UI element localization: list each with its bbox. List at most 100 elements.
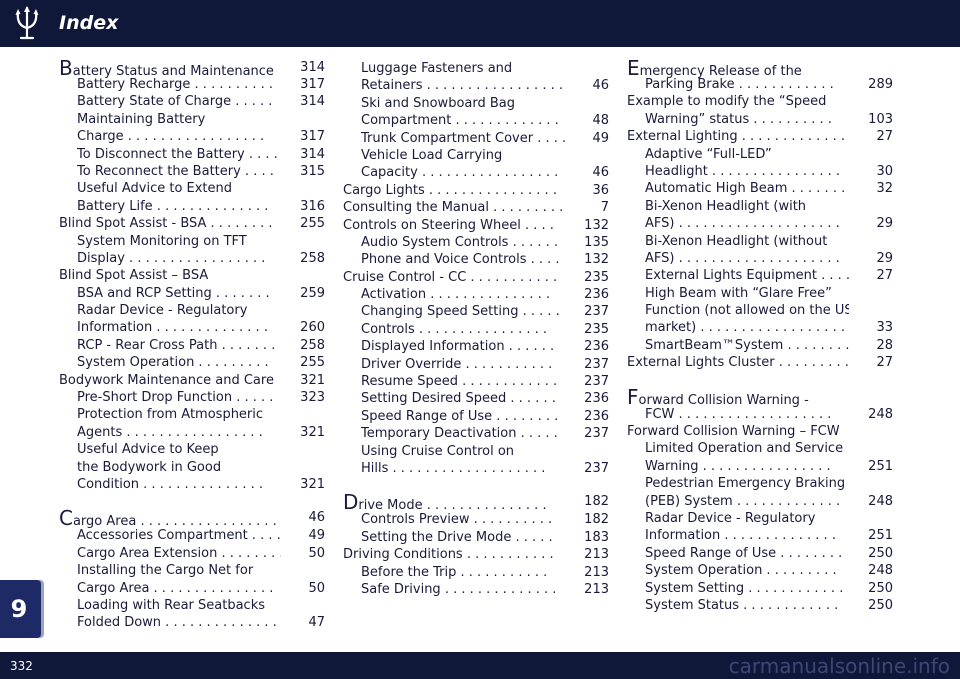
index-entry: Limited Operation and Service	[627, 440, 893, 457]
index-entry: Forward Collision Warning -	[627, 384, 893, 409]
index-entry-label: Changing Speed Setting . . . . .	[361, 304, 560, 320]
index-column-2: Luggage Fasteners and Retainers . . . . .…	[343, 60, 609, 599]
index-entry-label: System Operation . . . . . . . . .	[77, 355, 269, 371]
index-entry: External Lights Cluster . . . . . . . . …	[627, 354, 893, 372]
page-ref: 258	[281, 336, 325, 355]
index-entry-label: Useful Advice to Extend	[77, 181, 233, 197]
index-entry: Drive Mode . . . . . . . . . . . . . . .…	[343, 489, 609, 516]
index-entry: Trunk Compartment Cover . . . . 49	[343, 129, 609, 147]
index-entry-label: Driver Override . . . . . . . . . . .	[361, 356, 553, 372]
index-entry: Charge . . . . . . . . . . . . . . . . .…	[59, 128, 325, 146]
page-ref: 33	[849, 319, 893, 337]
index-entry-label: Limited Operation and Service	[645, 441, 844, 457]
page-ref: 250	[849, 596, 893, 615]
index-column-1: Battery Status and Maintenance 314 Battery…	[59, 56, 325, 632]
index-entry: Battery State of Charge . . . . . 314	[59, 93, 325, 111]
index-entry-label: Display . . . . . . . . . . . . . . . . …	[77, 250, 266, 266]
index-entry: Battery Status and Maintenance 314	[59, 56, 325, 80]
chapter-number: 9	[10, 595, 28, 623]
page-ref: 213	[565, 580, 609, 599]
index-entry: System Monitoring on TFT	[59, 233, 325, 250]
index-entry-label: Audio System Controls . . . . . .	[361, 234, 559, 250]
index-entry: Forward Collision Warning – FCW	[627, 423, 893, 440]
index-entry-label: Ski and Snowboard Bag	[361, 95, 516, 111]
index-entry: Protection from Atmospheric	[59, 406, 325, 423]
index-entry: AFS) . . . . . . . . . . . . . . . . . .…	[627, 249, 893, 268]
index-entry: Bodywork Maintenance and Care 321	[59, 371, 325, 390]
index-entry: Controls . . . . . . . . . . . . . . . .…	[343, 320, 609, 339]
index-entry-label: External Lights Equipment . . . .	[645, 268, 849, 284]
index-entry-label: Radar Device - Regulatory	[645, 510, 816, 526]
index-entry-label: Speed Range of Use . . . . . . . .	[361, 408, 559, 424]
index-entry-label: (PEB) System . . . . . . . . . . . . .	[645, 493, 841, 509]
index-entry-label: Function (not allowed on the US	[645, 303, 849, 319]
index-entry: Emergency Release of the	[627, 56, 893, 80]
index-entry: Cargo Lights . . . . . . . . . . . . . .…	[343, 181, 609, 200]
index-entry-label: System Setting . . . . . . . . . . . .	[645, 580, 844, 596]
index-entry-label: System Status . . . . . . . . . . . .	[645, 597, 839, 613]
index-entry-label: Warning” status . . . . . . . . . .	[645, 111, 832, 127]
index-entry-label: Condition . . . . . . . . . . . . . . .	[77, 476, 264, 492]
index-entry: Loading with Rear Seatbacks	[59, 597, 325, 614]
page-ref: 248	[849, 562, 893, 580]
index-entry-label: External Lighting . . . . . . . . . . . …	[627, 129, 846, 145]
page-ref: 237	[565, 373, 609, 391]
index-entry: System Status . . . . . . . . . . . . 250	[627, 596, 893, 615]
index-entry: (PEB) System . . . . . . . . . . . . . 24…	[627, 492, 893, 510]
page-ref: 314	[281, 145, 325, 163]
page-ref: 49	[565, 129, 609, 147]
index-entry-label: Useful Advice to Keep	[77, 442, 219, 458]
index-entry: Folded Down . . . . . . . . . . . . . .4…	[59, 614, 325, 632]
index-entry-label: Phone and Voice Controls . . . .	[361, 252, 560, 268]
index-entry-label: Hills . . . . . . . . . . . . . . . . . …	[361, 460, 546, 476]
index-entry: Blind Spot Assist – BSA	[59, 267, 325, 284]
index-entry-label: Setting Desired Speed . . . . . .	[361, 391, 556, 407]
index-entry-label: Temporary Deactivation . . . . .	[361, 426, 558, 442]
page-ref: 248	[849, 492, 893, 510]
index-entry-label: Forward Collision Warning – FCW	[627, 424, 840, 440]
index-entry-label: SmartBeam™System . . . . . . . . .	[645, 337, 849, 353]
index-entry: Battery Recharge . . . . . . . . . . 317	[59, 76, 325, 94]
index-entry-label: Bodywork Maintenance and Care	[59, 372, 274, 388]
index-entry-label: Consulting the Manual . . . . . . . . . …	[343, 200, 565, 216]
index-column-3: Emergency Release of the Parking Brake . …	[627, 56, 893, 615]
index-entry-label: Cargo Area . . . . . . . . . . . . . . .	[77, 580, 274, 596]
page-ref: 182	[565, 511, 609, 529]
index-entry-label: Controls . . . . . . . . . . . . . . . .	[361, 321, 547, 337]
index-entry: Driving Conditions . . . . . . . . . . .…	[343, 546, 609, 564]
page-ref: 36	[565, 181, 609, 200]
index-entry: Installing the Cargo Net for	[59, 562, 325, 579]
index-entry-label: High Beam with “Glare Free”	[645, 285, 832, 301]
page-ref: 258	[281, 249, 325, 268]
page-ref: 32	[849, 180, 893, 198]
chapter-tab: 9	[0, 580, 41, 638]
page-ref: 235	[565, 268, 609, 287]
index-entry-label: AFS) . . . . . . . . . . . . . . . . . .…	[645, 250, 840, 266]
index-entry: To Disconnect the Battery . . . . 314	[59, 145, 325, 163]
page-ref: 46	[565, 77, 609, 95]
index-entry-label: Blind Spot Assist – BSA	[59, 268, 209, 284]
index-entry-label: To Reconnect the Battery . . . .	[77, 163, 274, 179]
index-entry-label: Folded Down . . . . . . . . . . . . . .	[77, 615, 277, 631]
index-entry: Display . . . . . . . . . . . . . . . . …	[59, 249, 325, 268]
index-entry-label: Compartment . . . . . . . . . . . . .	[361, 113, 559, 129]
index-entry-label: System Operation . . . . . . . . .	[645, 563, 837, 579]
index-entry-label: Retainers . . . . . . . . . . . . . . . …	[361, 78, 563, 94]
page-ref: 135	[565, 233, 609, 252]
index-entry-label: Charge . . . . . . . . . . . . . . . . .	[77, 129, 265, 145]
index-entry-label: External Lights Cluster . . . . . . . . …	[627, 355, 849, 371]
index-entry-label: Cargo Area Extension . . . . . . . .	[77, 545, 281, 561]
page-ref: 236	[565, 390, 609, 408]
index-entry-label: Pedestrian Emergency Braking	[645, 476, 846, 492]
index-entry-label: Installing the Cargo Net for	[77, 563, 254, 579]
page-ref: 250	[849, 544, 893, 563]
index-entry: Function (not allowed on the US	[627, 302, 893, 319]
index-entry-label: To Disconnect the Battery . . . .	[77, 146, 278, 162]
index-entry: Useful Advice to Keep	[59, 441, 325, 458]
index-entry: Battery Life . . . . . . . . . . . . . .…	[59, 197, 325, 216]
index-entry-label: System Monitoring on TFT	[77, 233, 247, 249]
index-entry-label: Driving Conditions . . . . . . . . . . .	[343, 547, 554, 563]
index-entry: Driver Override . . . . . . . . . . . 237	[343, 355, 609, 374]
index-entry: Controls Preview . . . . . . . . . . 182	[343, 511, 609, 529]
page-ref: 317	[281, 76, 325, 94]
